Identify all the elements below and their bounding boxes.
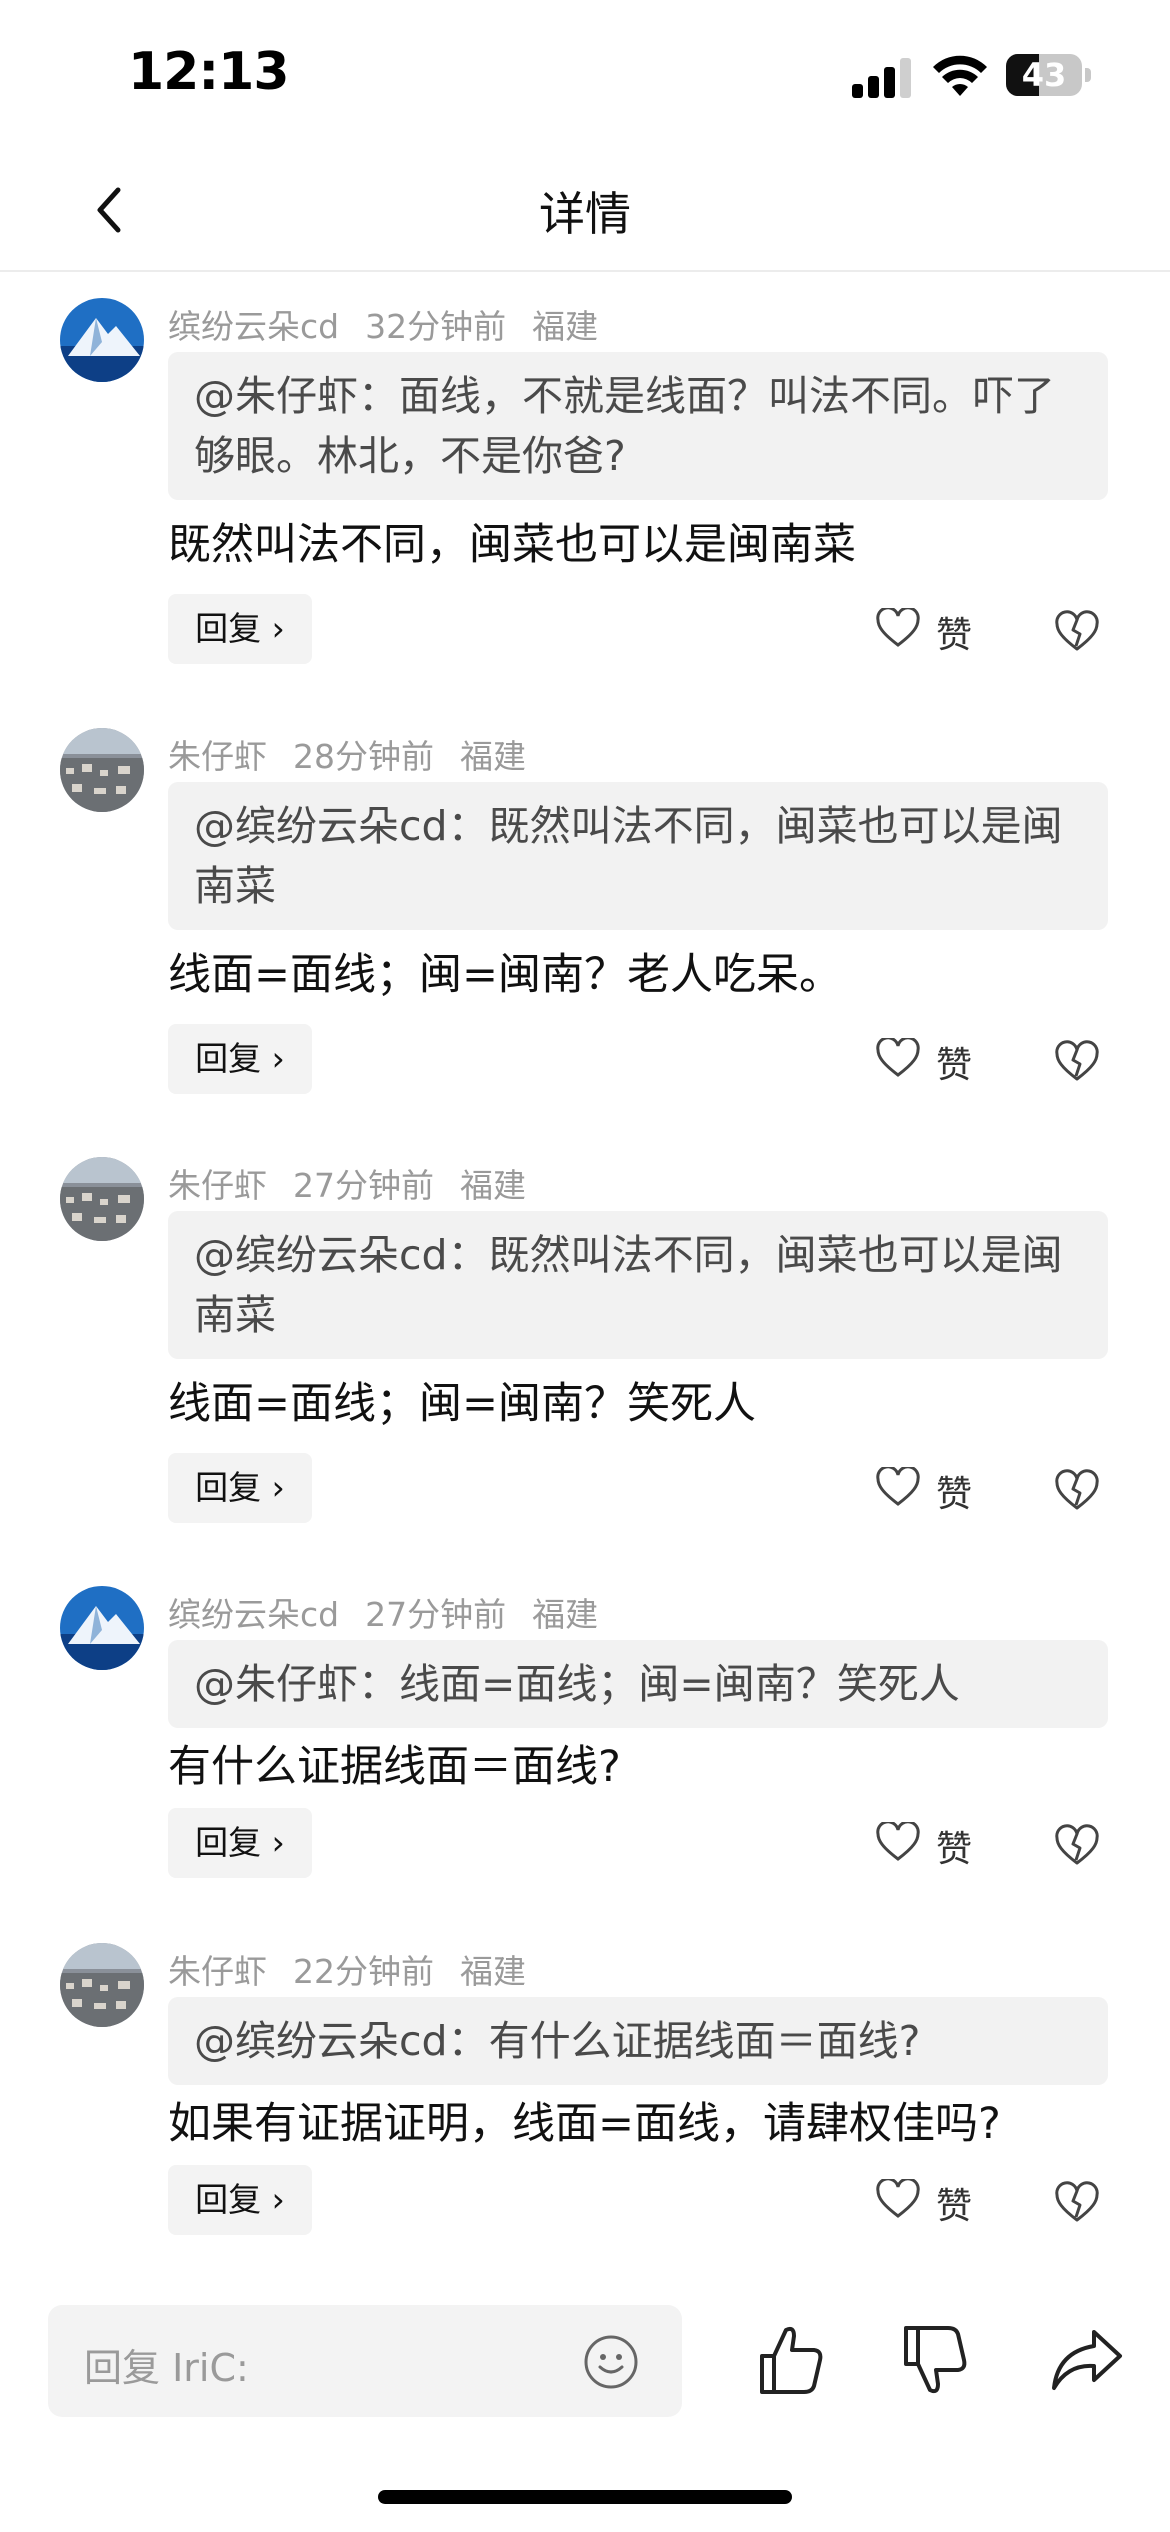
reply-label: 回复 <box>195 1039 262 1078</box>
comment-author[interactable]: 缤纷云朵cd <box>168 1595 339 1634</box>
quoted-reply: @缤纷云朵cd：既然叫法不同，闽菜也可以是闽南菜 <box>168 1211 1108 1359</box>
comment-item: 朱仔虾 28分钟前 福建 @缤纷云朵cd：既然叫法不同，闽菜也可以是闽南菜 线面=面… <box>0 728 1170 1108</box>
comment-meta: 朱仔虾 27分钟前 福建 <box>168 1159 552 1207</box>
comment-item: 缤纷云朵cd 27分钟前 福建 @朱仔虾：线面=面线；闽=闽南？笑死人 有什么证据线… <box>0 1586 1170 1906</box>
broken-heart-icon[interactable] <box>1054 1467 1100 1513</box>
avatar[interactable] <box>60 1586 144 1670</box>
thumbs-up-icon[interactable] <box>756 2320 826 2400</box>
heart-icon <box>876 608 920 647</box>
battery-icon: 43 <box>1006 54 1092 96</box>
status-time: 12:13 <box>128 42 290 102</box>
like-button[interactable]: 赞 <box>876 1463 986 1515</box>
comment-item: 朱仔虾 22分钟前 福建 @缤纷云朵cd：有什么证据线面＝面线? 如果有证据证明，线… <box>0 1943 1170 2263</box>
reply-button[interactable]: 回复 › <box>168 1024 312 1094</box>
comment-time: 27分钟前 <box>365 1595 507 1634</box>
avatar[interactable] <box>60 298 144 382</box>
comment-location: 福建 <box>460 1952 526 1991</box>
thumbs-down-icon[interactable] <box>900 2320 970 2400</box>
comment-time: 32分钟前 <box>365 307 507 346</box>
share-icon[interactable] <box>1050 2326 1124 2392</box>
comment-text: 线面=面线；闽=闽南？老人吃呆。 <box>168 950 843 1000</box>
like-button[interactable]: 赞 <box>876 604 986 656</box>
comment-text: 既然叫法不同，闽菜也可以是闽南菜 <box>168 520 856 570</box>
comment-author[interactable]: 朱仔虾 <box>168 1952 267 1991</box>
reply-button[interactable]: 回复 › <box>168 594 312 664</box>
wifi-icon <box>933 55 987 96</box>
comment-item: 缤纷云朵cd 32分钟前 福建 @朱仔虾：面线，不就是线面？叫法不同。吓了够眼。林北… <box>0 298 1170 678</box>
like-label: 赞 <box>936 1829 973 1870</box>
avatar[interactable] <box>60 1157 144 1241</box>
reply-input-placeholder: 回复 IriC: <box>84 2346 249 2390</box>
comment-text: 有什么证据线面＝面线? <box>168 1742 621 1792</box>
broken-heart-icon[interactable] <box>1054 2179 1100 2225</box>
reply-label: 回复 <box>195 1823 262 1862</box>
emoji-icon[interactable] <box>582 2333 640 2391</box>
comment-location: 福建 <box>460 737 526 776</box>
quoted-reply: @缤纷云朵cd：既然叫法不同，闽菜也可以是闽南菜 <box>168 782 1108 930</box>
like-button[interactable]: 赞 <box>876 2175 986 2227</box>
heart-icon <box>876 2179 920 2218</box>
comment-meta: 朱仔虾 28分钟前 福建 <box>168 730 552 778</box>
heart-icon <box>876 1038 920 1077</box>
like-label: 赞 <box>936 1045 973 1086</box>
reply-input[interactable]: 回复 IriC: <box>48 2305 682 2417</box>
comment-location: 福建 <box>532 1595 599 1634</box>
reply-button[interactable]: 回复 › <box>168 1453 312 1523</box>
broken-heart-icon[interactable] <box>1054 608 1100 654</box>
home-indicator <box>378 2490 792 2504</box>
status-bar: 12:13 43 <box>0 0 1170 150</box>
comment-time: 27分钟前 <box>293 1166 434 1205</box>
comment-text: 如果有证据证明，线面=面线，请肆权佳吗? <box>168 2099 1001 2149</box>
battery-percent: 43 <box>1021 56 1067 94</box>
heart-icon <box>876 1822 920 1861</box>
comment-author[interactable]: 缤纷云朵cd <box>168 307 339 346</box>
reply-label: 回复 <box>195 1468 262 1507</box>
comment-meta: 缤纷云朵cd 32分钟前 福建 <box>168 300 624 348</box>
comment-item: 朱仔虾 27分钟前 福建 @缤纷云朵cd：既然叫法不同，闽菜也可以是闽南菜 线面=面… <box>0 1157 1170 1537</box>
quoted-reply: @朱仔虾：线面=面线；闽=闽南？笑死人 <box>168 1640 1108 1728</box>
comment-location: 福建 <box>460 1166 526 1205</box>
like-label: 赞 <box>936 1474 973 1515</box>
comment-location: 福建 <box>532 307 599 346</box>
like-button[interactable]: 赞 <box>876 1818 986 1870</box>
quoted-reply: @缤纷云朵cd：有什么证据线面＝面线? <box>168 1997 1108 2085</box>
comment-meta: 朱仔虾 22分钟前 福建 <box>168 1945 552 1993</box>
reply-label: 回复 <box>195 2180 262 2219</box>
reply-button[interactable]: 回复 › <box>168 2165 312 2235</box>
like-button[interactable]: 赞 <box>876 1034 986 1086</box>
broken-heart-icon[interactable] <box>1054 1038 1100 1084</box>
like-label: 赞 <box>936 615 973 656</box>
quoted-reply: @朱仔虾：面线，不就是线面？叫法不同。吓了够眼。林北，不是你爸? <box>168 352 1108 500</box>
avatar[interactable] <box>60 1943 144 2027</box>
heart-icon <box>876 1467 920 1506</box>
reply-button[interactable]: 回复 › <box>168 1808 312 1878</box>
reply-label: 回复 <box>195 609 262 648</box>
comment-time: 28分钟前 <box>293 737 434 776</box>
comment-text: 线面=面线；闽=闽南？笑死人 <box>168 1379 757 1429</box>
comment-time: 22分钟前 <box>293 1952 434 1991</box>
avatar[interactable] <box>60 728 144 812</box>
comment-author[interactable]: 朱仔虾 <box>168 1166 267 1205</box>
cellular-signal-icon <box>852 58 911 98</box>
like-label: 赞 <box>936 2186 973 2227</box>
comment-author[interactable]: 朱仔虾 <box>168 737 267 776</box>
broken-heart-icon[interactable] <box>1054 1822 1100 1868</box>
comment-meta: 缤纷云朵cd 27分钟前 福建 <box>168 1588 624 1636</box>
nav-bar: 详情 <box>0 150 1170 272</box>
page-title: 详情 <box>539 187 631 241</box>
